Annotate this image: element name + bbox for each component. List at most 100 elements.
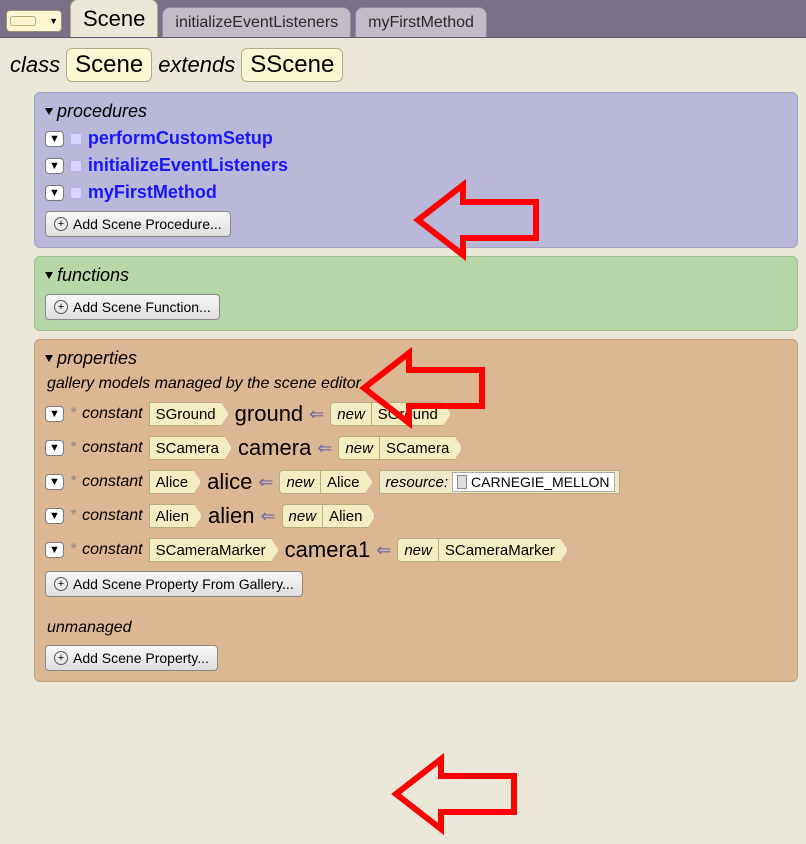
assign-arrow-icon: ⇐	[258, 472, 273, 493]
procedure-icon	[70, 160, 82, 172]
row-expand-button[interactable]: ▼	[45, 474, 64, 490]
procedures-title: procedures	[57, 101, 147, 122]
plus-icon: +	[54, 577, 68, 591]
property-row: ▼*constantSCameraMarkercamera1⇐newSCamer…	[45, 537, 787, 563]
procedures-section: procedures ▼ performCustomSetup ▼ initia…	[34, 92, 798, 248]
plus-icon: +	[54, 651, 68, 665]
functions-section: functions + Add Scene Function...	[34, 256, 798, 331]
class-selector[interactable]: ▼	[6, 10, 62, 32]
new-keyword: new	[330, 402, 371, 426]
row-expand-button[interactable]: ▼	[45, 185, 64, 201]
procedure-row: ▼ myFirstMethod	[45, 182, 787, 203]
ctor-type-badge: SCameraMarker	[438, 538, 568, 562]
plus-icon: +	[54, 300, 68, 314]
unmanaged-subhead: unmanaged	[47, 619, 787, 637]
modifier-star: *	[70, 507, 76, 525]
constant-keyword: constant	[82, 439, 142, 457]
functions-title: functions	[57, 265, 129, 286]
procedure-icon	[70, 187, 82, 199]
property-name: alice	[207, 469, 252, 495]
type-badge[interactable]: Alien	[149, 504, 202, 528]
constructor-expr[interactable]: newAlien	[282, 504, 376, 528]
procedure-link[interactable]: performCustomSetup	[88, 128, 273, 149]
procedure-row: ▼ initializeEventListeners	[45, 155, 787, 176]
resource-thumb-icon	[457, 475, 467, 489]
add-property-gallery-button[interactable]: + Add Scene Property From Gallery...	[45, 571, 303, 597]
class-keyword: class	[10, 52, 60, 78]
property-name: alien	[208, 503, 254, 529]
resource-label: resource:	[386, 474, 449, 491]
add-property-label: Add Scene Property...	[73, 650, 209, 666]
resource-arg[interactable]: resource:CARNEGIE_MELLON	[379, 470, 620, 494]
chevron-down-icon	[45, 355, 53, 362]
constructor-expr[interactable]: newAlice	[279, 470, 372, 494]
properties-header[interactable]: properties	[45, 348, 787, 369]
constant-keyword: constant	[82, 541, 142, 559]
add-property-button[interactable]: + Add Scene Property...	[45, 645, 218, 671]
procedure-link[interactable]: myFirstMethod	[88, 182, 217, 203]
new-keyword: new	[282, 504, 323, 528]
tab-scene[interactable]: Scene	[70, 0, 158, 37]
add-function-button[interactable]: + Add Scene Function...	[45, 294, 220, 320]
resource-value[interactable]: CARNEGIE_MELLON	[452, 472, 614, 492]
managed-subhead: gallery models managed by the scene edit…	[47, 375, 787, 393]
assign-arrow-icon: ⇐	[317, 438, 332, 459]
assign-arrow-icon: ⇐	[309, 404, 324, 425]
procedure-row: ▼ performCustomSetup	[45, 128, 787, 149]
row-expand-button[interactable]: ▼	[45, 158, 64, 174]
modifier-star: *	[70, 473, 76, 491]
extends-keyword: extends	[158, 52, 235, 78]
modifier-star: *	[70, 405, 76, 423]
functions-header[interactable]: functions	[45, 265, 787, 286]
constant-keyword: constant	[82, 473, 142, 491]
ctor-type-badge: SGround	[371, 402, 451, 426]
new-keyword: new	[397, 538, 438, 562]
chevron-down-icon	[45, 108, 53, 115]
constructor-expr[interactable]: newSCameraMarker	[397, 538, 568, 562]
row-expand-button[interactable]: ▼	[45, 542, 64, 558]
property-name: ground	[235, 401, 304, 427]
tab-bar: ▼ Scene initializeEventListeners myFirst…	[0, 0, 806, 38]
procedure-link[interactable]: initializeEventListeners	[88, 155, 288, 176]
add-function-label: Add Scene Function...	[73, 299, 211, 315]
property-row: ▼*constantSGroundground⇐newSGround	[45, 401, 787, 427]
new-keyword: new	[279, 470, 320, 494]
add-property-gallery-label: Add Scene Property From Gallery...	[73, 576, 294, 592]
property-row: ▼*constantAlicealice⇐newAliceresource:CA…	[45, 469, 787, 495]
assign-arrow-icon: ⇐	[260, 506, 275, 527]
modifier-star: *	[70, 541, 76, 559]
add-procedure-label: Add Scene Procedure...	[73, 216, 222, 232]
tab-myFirstMethod[interactable]: myFirstMethod	[355, 7, 487, 37]
constant-keyword: constant	[82, 405, 142, 423]
plus-icon: +	[54, 217, 68, 231]
assign-arrow-icon: ⇐	[376, 540, 391, 561]
row-expand-button[interactable]: ▼	[45, 406, 64, 422]
constructor-expr[interactable]: newSGround	[330, 402, 451, 426]
properties-section: properties gallery models managed by the…	[34, 339, 798, 682]
row-expand-button[interactable]: ▼	[45, 508, 64, 524]
super-name-badge[interactable]: SScene	[241, 48, 343, 82]
procedures-header[interactable]: procedures	[45, 101, 787, 122]
property-name: camera1	[285, 537, 371, 563]
constructor-expr[interactable]: newSCamera	[338, 436, 462, 460]
procedure-icon	[70, 133, 82, 145]
class-name-badge[interactable]: Scene	[66, 48, 152, 82]
tab-initializeEventListeners[interactable]: initializeEventListeners	[162, 7, 351, 37]
type-badge[interactable]: SGround	[149, 402, 229, 426]
properties-title: properties	[57, 348, 137, 369]
type-badge[interactable]: SCamera	[149, 436, 232, 460]
type-badge[interactable]: SCameraMarker	[149, 538, 279, 562]
modifier-star: *	[70, 439, 76, 457]
property-row: ▼*constantAlienalien⇐newAlien	[45, 503, 787, 529]
property-name: camera	[238, 435, 311, 461]
ctor-type-badge: Alice	[320, 470, 373, 494]
ctor-type-badge: Alien	[322, 504, 375, 528]
row-expand-button[interactable]: ▼	[45, 131, 64, 147]
chevron-down-icon	[45, 272, 53, 279]
row-expand-button[interactable]: ▼	[45, 440, 64, 456]
add-procedure-button[interactable]: + Add Scene Procedure...	[45, 211, 231, 237]
ctor-type-badge: SCamera	[379, 436, 462, 460]
type-badge[interactable]: Alice	[149, 470, 202, 494]
class-signature: class Scene extends SScene	[0, 38, 806, 84]
property-row: ▼*constantSCameracamera⇐newSCamera	[45, 435, 787, 461]
